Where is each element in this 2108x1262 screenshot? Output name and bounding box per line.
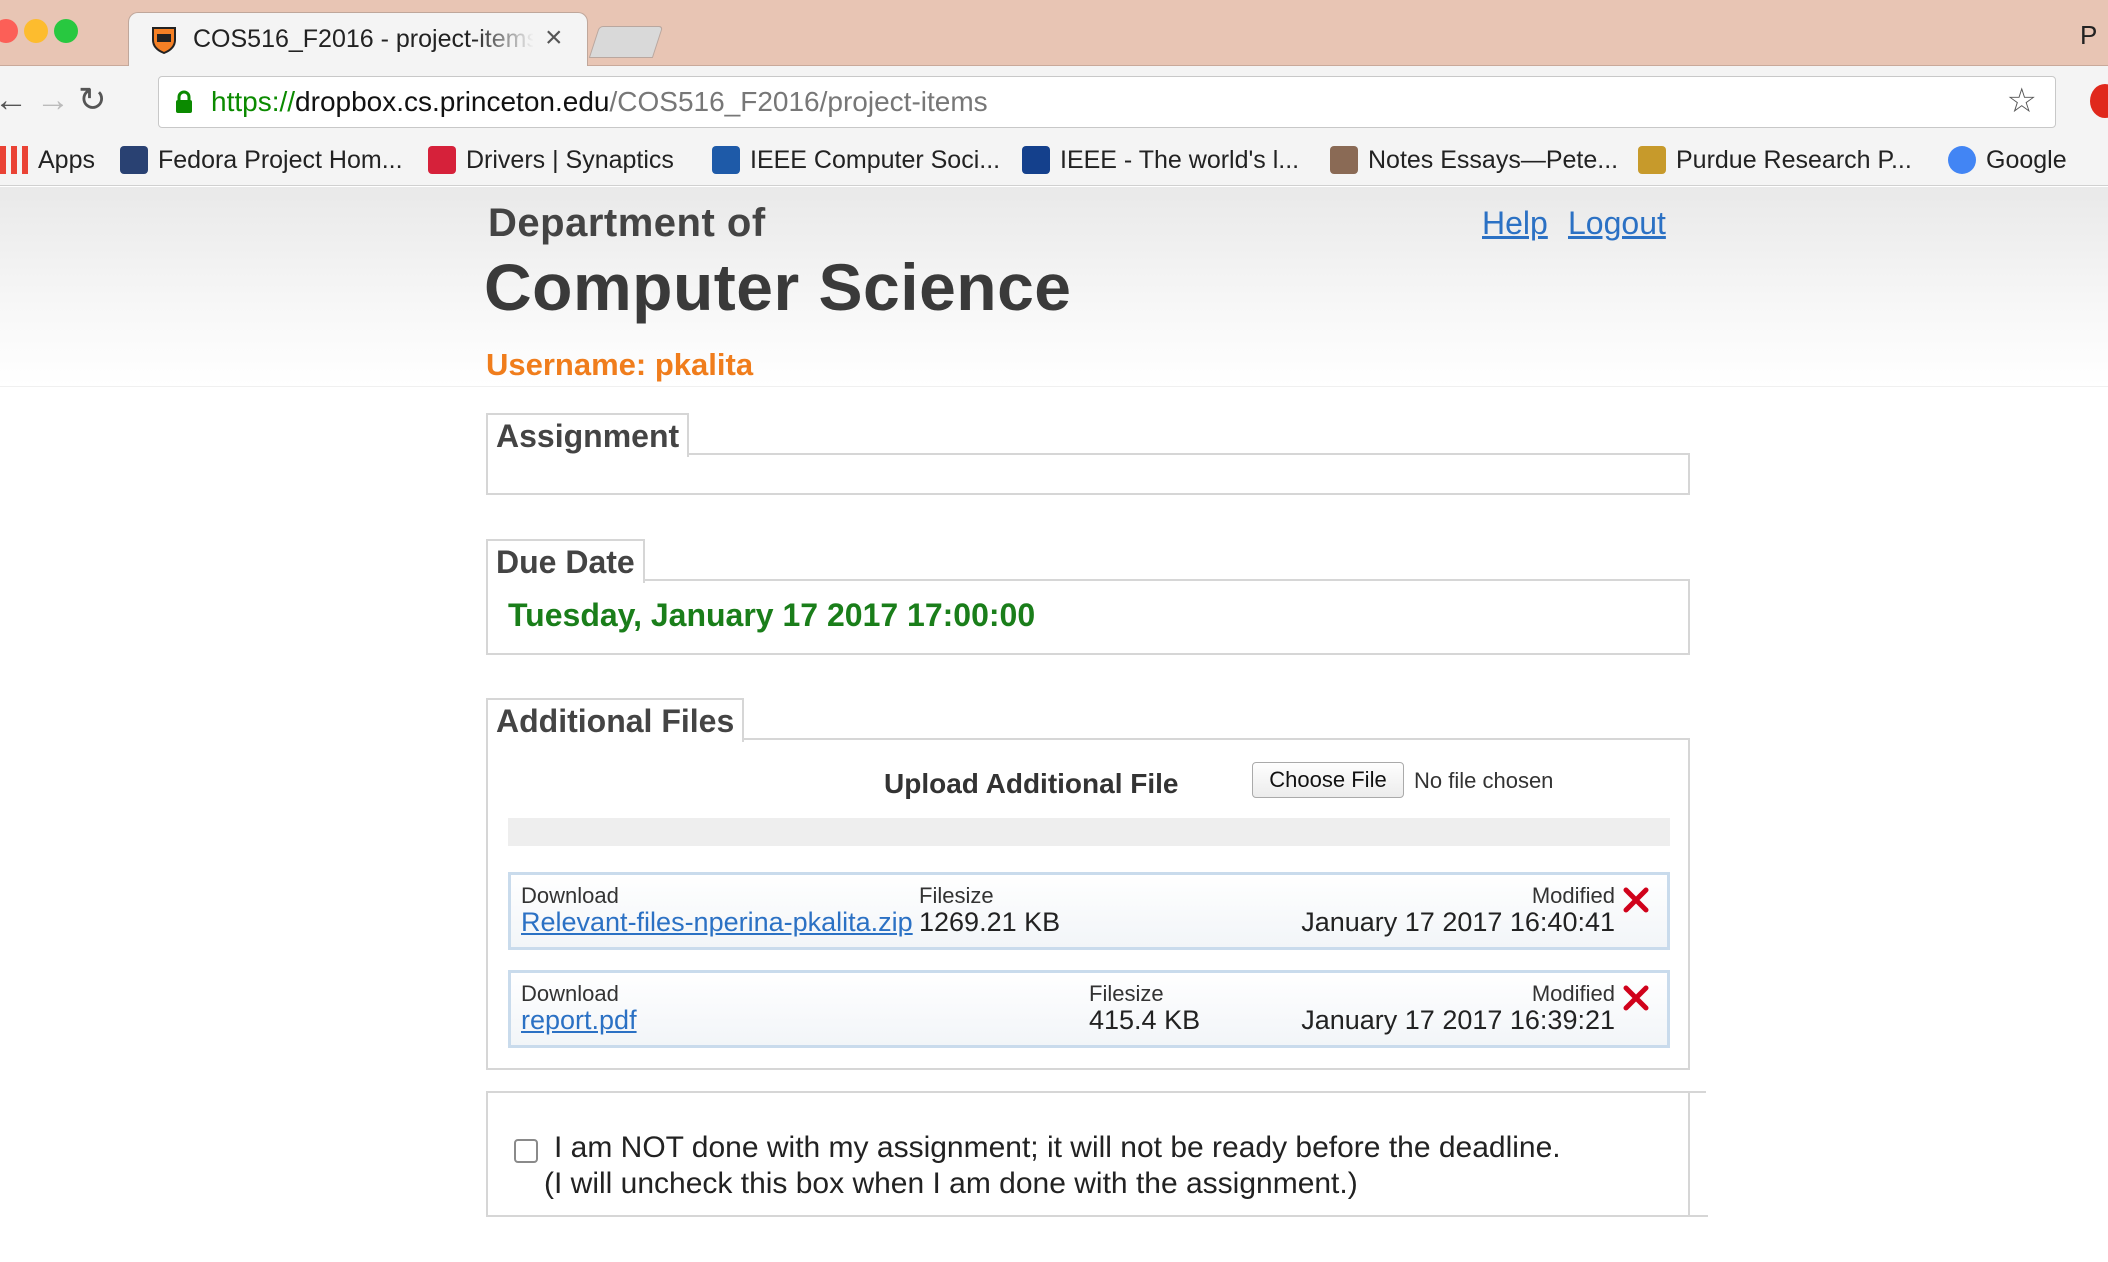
ieee-cs-icon (712, 146, 740, 174)
not-done-section: I am NOT done with my assignment; it wil… (486, 1091, 1708, 1217)
bookmark-label: Notes Essays—Pete... (1368, 145, 1619, 174)
upload-progress-bar (508, 818, 1670, 846)
ieee-icon (1022, 146, 1050, 174)
not-done-text: I am NOT done with my assignment; it wil… (554, 1131, 1561, 1164)
additional-files-legend: Additional Files (486, 698, 745, 742)
bookmark-item[interactable]: Drivers | Synaptics (428, 144, 674, 176)
bookmark-label: IEEE Computer Soci... (750, 145, 1001, 174)
file-download-link[interactable]: report.pdf (521, 1005, 637, 1036)
notes-essays-icon (1330, 146, 1358, 174)
filesize-caption: Filesize (919, 883, 994, 908)
bookmark-item[interactable]: Google (1948, 144, 2067, 176)
page-content: Department of Computer Science Help Logo… (0, 187, 2108, 1262)
forward-arrow-icon[interactable]: → (36, 80, 70, 120)
bookmark-label: Fedora Project Hom... (158, 145, 403, 174)
bookmark-label: Purdue Research P... (1676, 145, 1912, 174)
fedora-icon (120, 146, 148, 174)
browser-tab[interactable]: COS516_F2016 - project-items × (128, 12, 588, 68)
bookmark-label: IEEE - The world's l... (1060, 145, 1300, 174)
modified-caption: Modified (1531, 981, 1615, 1006)
file-modified: January 17 2017 16:39:21 (1301, 1005, 1615, 1035)
file-size: 415.4 KB (1089, 1005, 1201, 1035)
back-arrow-icon[interactable]: ← (0, 80, 28, 120)
extension-icon[interactable] (2090, 84, 2108, 118)
modified-caption: Modified (1531, 883, 1615, 908)
url-scheme: https:// (211, 86, 296, 117)
bookmark-label: Apps (38, 145, 95, 174)
browser-tab-strip: COS516_F2016 - project-items × P (0, 0, 2108, 68)
choose-file-button[interactable]: Choose File (1252, 762, 1404, 798)
upload-label: Upload Additional File (884, 768, 1179, 799)
bookmark-item[interactable]: Notes Essays—Pete... (1330, 144, 1618, 176)
bookmark-label: Drivers | Synaptics (466, 145, 674, 174)
bookmark-star-icon[interactable]: ☆ (2007, 81, 2037, 121)
assignment-legend: Assignment (486, 413, 690, 457)
url-host: dropbox.cs.princeton.edu (295, 86, 610, 117)
bookmark-item[interactable]: Fedora Project Hom... (120, 144, 403, 176)
logout-link[interactable]: Logout (1568, 205, 1666, 242)
bookmark-item[interactable]: Purdue Research P... (1638, 144, 1912, 176)
lock-icon (176, 90, 192, 113)
file-modified: January 17 2017 16:40:41 (1301, 907, 1615, 937)
bookmarks-bar: Apps Fedora Project Hom... Drivers | Synap… (0, 136, 2108, 186)
assignment-section: Assignment (486, 413, 1690, 495)
file-row: Download Relevant-files-nperina-pkalita.… (508, 872, 1670, 950)
address-bar[interactable]: https://dropbox.cs.princeton.edu/COS516_… (158, 76, 2056, 128)
delete-x-icon[interactable] (1621, 983, 1651, 1013)
url-path: /COS516_F2016/project-items (609, 86, 988, 117)
google-icon (1948, 146, 1976, 174)
due-date-section: Due Date Tuesday, January 17 2017 17:00:… (486, 539, 1690, 655)
apps-grid-icon (0, 146, 28, 174)
bookmark-label: Google (1986, 145, 2067, 174)
file-row: Download report.pdf Filesize 415.4 KB Mo… (508, 970, 1670, 1048)
not-done-checkbox[interactable] (514, 1139, 538, 1163)
purdue-research-icon (1638, 146, 1666, 174)
help-link[interactable]: Help (1482, 205, 1548, 242)
not-done-note: (I will uncheck this box when I am done … (544, 1167, 1358, 1200)
window-minimize-button[interactable] (24, 19, 48, 43)
synaptics-icon (428, 146, 456, 174)
profile-button[interactable]: P (2080, 20, 2097, 51)
tab-title-fade (474, 19, 534, 59)
due-date-value: Tuesday, January 17 2017 17:00:00 (508, 597, 1036, 633)
filesize-caption: Filesize (1089, 981, 1164, 1006)
window-close-button[interactable] (0, 19, 18, 43)
due-date-legend: Due Date (486, 539, 645, 583)
delete-x-icon[interactable] (1621, 885, 1651, 915)
additional-files-section: Additional Files Upload Additional File … (486, 698, 1690, 1070)
url-text: https://dropbox.cs.princeton.edu/COS516_… (211, 86, 988, 118)
file-size: 1269.21 KB (919, 907, 1061, 937)
username-label: Username: pkalita (486, 347, 754, 382)
browser-toolbar: ← → ↻ https://dropbox.cs.princeton.edu/C… (0, 66, 2108, 136)
reload-icon[interactable]: ↻ (78, 80, 107, 120)
new-tab-button[interactable] (588, 26, 664, 58)
download-caption: Download (521, 883, 619, 908)
download-caption: Download (521, 981, 619, 1006)
dept-logo-line1: Department of (488, 201, 766, 245)
princeton-shield-icon (152, 27, 176, 54)
no-file-chosen-text: No file chosen (1414, 768, 1554, 793)
tab-close-icon[interactable]: × (545, 21, 563, 55)
not-done-section-border (1688, 1091, 1690, 1215)
file-download-link[interactable]: Relevant-files-nperina-pkalita.zip (521, 907, 913, 938)
bookmark-item[interactable]: Apps (0, 144, 95, 176)
bookmark-item[interactable]: IEEE Computer Soci... (712, 144, 1000, 176)
window-zoom-button[interactable] (54, 19, 78, 43)
bookmark-item[interactable]: IEEE - The world's l... (1022, 144, 1299, 176)
dept-logo-line2: Computer Science (484, 250, 1072, 324)
